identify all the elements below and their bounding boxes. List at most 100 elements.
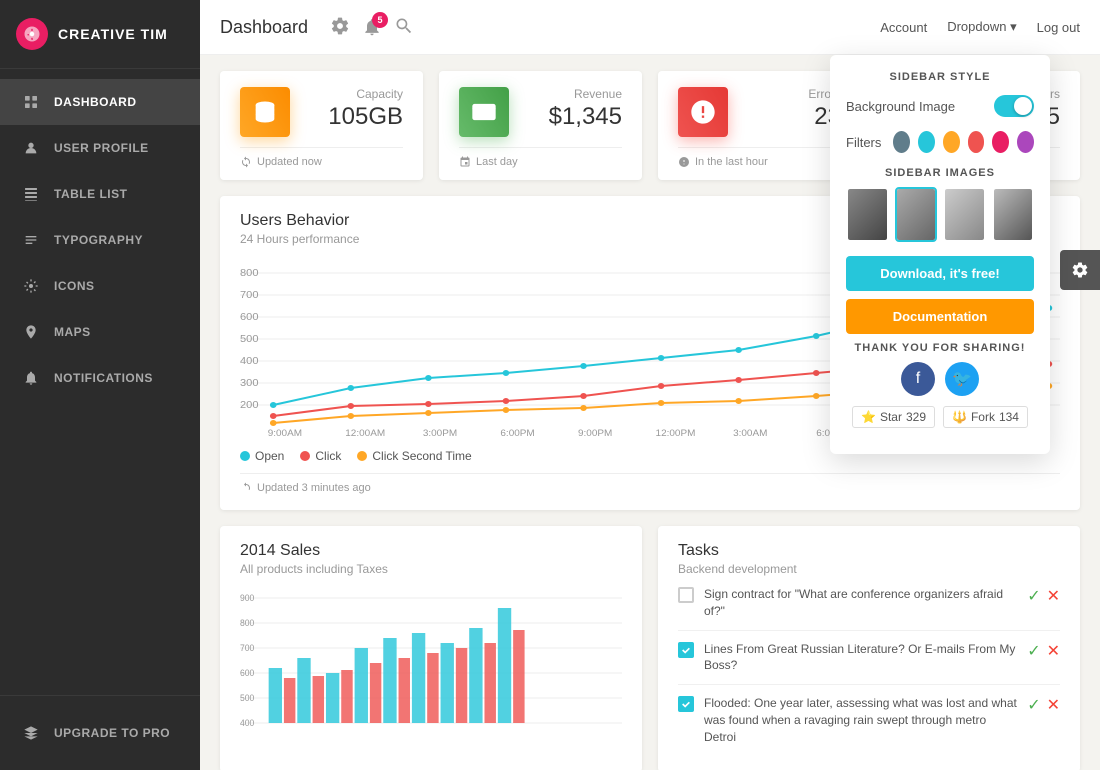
- facebook-button[interactable]: f: [901, 362, 935, 396]
- brand-header[interactable]: CREATIVE TIM: [0, 0, 200, 69]
- filter-dot-0[interactable]: [893, 131, 910, 153]
- svg-text:400: 400: [240, 718, 254, 728]
- sidebar-item-typography[interactable]: TYPOGRAPHY: [0, 217, 200, 263]
- twitter-button[interactable]: 🐦: [945, 362, 979, 396]
- brand-icon: [16, 18, 48, 50]
- sales-subtitle: All products including Taxes: [240, 562, 622, 576]
- task-edit-0[interactable]: ✓: [1027, 586, 1040, 606]
- task-checkbox-1[interactable]: [678, 642, 694, 658]
- sidebar-item-icons[interactable]: ICONS: [0, 263, 200, 309]
- fork-label: Fork: [971, 410, 995, 424]
- upgrade-button[interactable]: UPGRADE TO PRO: [0, 710, 200, 756]
- sidebar-item-table-list[interactable]: TABLE LIST: [0, 171, 200, 217]
- task-text-0: Sign contract for "What are conference o…: [704, 586, 1017, 620]
- sidebar-img-1[interactable]: [846, 187, 889, 242]
- task-delete-2[interactable]: ✕: [1047, 695, 1060, 715]
- fork-icon: 🔱: [952, 410, 967, 424]
- task-edit-1[interactable]: ✓: [1027, 641, 1040, 661]
- capacity-label: Capacity: [328, 87, 403, 101]
- sidebar-item-label: DASHBOARD: [54, 95, 137, 109]
- svg-text:3:00AM: 3:00AM: [733, 428, 767, 438]
- search-icon[interactable]: [394, 16, 414, 39]
- svg-text:12:00AM: 12:00AM: [345, 428, 385, 438]
- errors-footer: In the last hour: [678, 147, 841, 168]
- svg-text:300: 300: [240, 377, 259, 388]
- sidebar-img-4[interactable]: [992, 187, 1035, 242]
- github-row: ⭐ Star 329 🔱 Fork 134: [846, 406, 1034, 428]
- svg-text:200: 200: [240, 399, 259, 410]
- maps-icon: [20, 321, 42, 343]
- star-label: Star: [880, 410, 902, 424]
- tasks-card: Tasks Backend development Sign contract …: [658, 526, 1080, 770]
- documentation-button[interactable]: Documentation: [846, 299, 1034, 334]
- fork-badge[interactable]: 🔱 Fork 134: [943, 406, 1028, 428]
- database-icon: [240, 87, 290, 137]
- dashboard-icon: [20, 91, 42, 113]
- filter-dot-5[interactable]: [1017, 131, 1034, 153]
- legend-open: Open: [240, 449, 284, 463]
- filter-dot-3[interactable]: [968, 131, 985, 153]
- social-icons: f 🐦: [846, 362, 1034, 396]
- sidebar-nav: DASHBOARD USER PROFILE TABLE LIST TYPOGR…: [0, 69, 200, 695]
- filter-dot-4[interactable]: [992, 131, 1009, 153]
- bg-image-toggle[interactable]: [994, 95, 1034, 117]
- sidebar: CREATIVE TIM DASHBOARD USER PROFILE TABL…: [0, 0, 200, 770]
- user-icon: [20, 137, 42, 159]
- sharing-title: THANK YOU FOR SHARING!: [846, 342, 1034, 354]
- settings-icon[interactable]: [330, 16, 350, 39]
- filter-dot-2[interactable]: [943, 131, 960, 153]
- svg-text:3:00PM: 3:00PM: [423, 428, 457, 438]
- behavior-footer: Updated 3 minutes ago: [240, 473, 1060, 494]
- task-item-2: Flooded: One year later, assessing what …: [678, 685, 1060, 755]
- dropdown-button[interactable]: Dropdown ▾: [947, 19, 1016, 35]
- legend-click-second: Click Second Time: [357, 449, 471, 463]
- star-badge[interactable]: ⭐ Star 329: [852, 406, 935, 428]
- revenue-footer: Last day: [459, 147, 622, 168]
- star-icon: ⭐: [861, 410, 876, 424]
- download-button[interactable]: Download, it's free!: [846, 256, 1034, 291]
- task-checkbox-0[interactable]: [678, 587, 694, 603]
- upgrade-icon: [20, 722, 42, 744]
- logout-button[interactable]: Log out: [1037, 20, 1080, 35]
- tasks-subtitle: Backend development: [678, 562, 1060, 576]
- sidebar-item-maps[interactable]: MAPS: [0, 309, 200, 355]
- wallet-icon: [459, 87, 509, 137]
- svg-text:6:00PM: 6:00PM: [500, 428, 534, 438]
- upgrade-label: UPGRADE TO PRO: [54, 726, 170, 740]
- svg-text:9:00AM: 9:00AM: [268, 428, 302, 438]
- svg-text:800: 800: [240, 267, 259, 278]
- notifications-button[interactable]: 5: [362, 17, 382, 37]
- svg-text:500: 500: [240, 333, 259, 344]
- stat-card-revenue: Revenue $1,345 Last day: [439, 71, 642, 180]
- sidebar-item-dashboard[interactable]: DASHBOARD: [0, 79, 200, 125]
- sidebar-img-3[interactable]: [943, 187, 986, 242]
- star-count: 329: [906, 410, 926, 424]
- task-edit-2[interactable]: ✓: [1027, 695, 1040, 715]
- sidebar-item-notifications[interactable]: NOTIFICATIONS: [0, 355, 200, 401]
- error-icon: [678, 87, 728, 137]
- gear-settings-button[interactable]: [1060, 250, 1100, 290]
- sidebar-item-user-profile[interactable]: USER PROFILE: [0, 125, 200, 171]
- sidebar-style-panel: SIDEBAR STYLE Background Image Filters S…: [830, 55, 1050, 454]
- sidebar-item-label: TABLE LIST: [54, 187, 127, 201]
- svg-text:600: 600: [240, 668, 254, 678]
- revenue-label: Revenue: [549, 87, 622, 101]
- task-item-1: Lines From Great Russian Literature? Or …: [678, 631, 1060, 686]
- task-delete-0[interactable]: ✕: [1047, 586, 1060, 606]
- bg-image-label: Background Image: [846, 99, 955, 114]
- filter-dot-1[interactable]: [918, 131, 935, 153]
- task-item-0: Sign contract for "What are conference o…: [678, 576, 1060, 631]
- typography-icon: [20, 229, 42, 251]
- bottom-row: 2014 Sales All products including Taxes …: [220, 526, 1080, 770]
- task-actions-0: ✓ ✕: [1027, 586, 1060, 606]
- sharing-section: THANK YOU FOR SHARING! f 🐦 ⭐ Star 329 🔱 …: [846, 342, 1034, 428]
- task-delete-1[interactable]: ✕: [1047, 641, 1060, 661]
- svg-text:600: 600: [240, 311, 259, 322]
- sidebar-img-2[interactable]: [895, 187, 938, 242]
- brand-name: CREATIVE TIM: [58, 26, 168, 42]
- account-link[interactable]: Account: [880, 20, 927, 35]
- task-checkbox-2[interactable]: [678, 696, 694, 712]
- task-text-1: Lines From Great Russian Literature? Or …: [704, 641, 1017, 675]
- panel-images: [846, 187, 1034, 242]
- notification-badge: 5: [372, 12, 388, 28]
